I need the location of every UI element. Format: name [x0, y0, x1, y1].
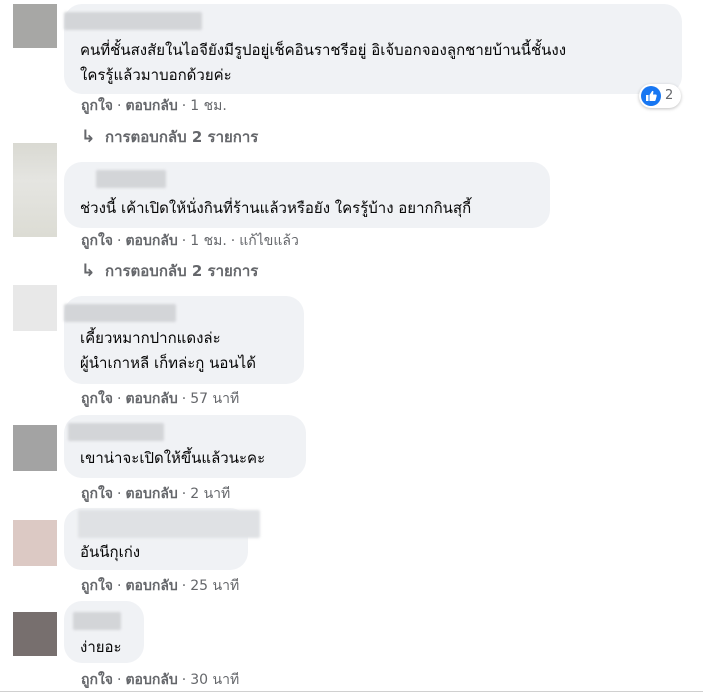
like-thumb-icon	[641, 86, 661, 106]
comment-actions: ถูกใจ · ตอบกลับ · 57 นาที	[81, 391, 240, 407]
commenter-name-redacted[interactable]	[73, 612, 121, 630]
commenter-name-redacted[interactable]	[68, 423, 164, 441]
commenter-name-redacted[interactable]	[64, 12, 202, 30]
comment-text-line: ง่ายอะ	[80, 638, 122, 656]
comment-bubble: คนที่ชั้นสงสัยในไอจียังมีรูปอยู่เช็คอินร…	[64, 4, 682, 94]
avatar[interactable]	[13, 612, 57, 656]
comment-text-line: ช่วงนี้ เค้าเปิดให้นั่งกินที่ร้านแล้วหรื…	[80, 199, 472, 217]
reaction-count-badge[interactable]: 2	[639, 84, 681, 108]
like-link[interactable]: ถูกใจ	[81, 578, 113, 594]
avatar[interactable]	[13, 143, 57, 237]
comment-bubble: ง่ายอะ	[64, 601, 144, 663]
comment-text-line: เคี้ยวหมากปากแดงล่ะ	[80, 329, 221, 347]
comment-actions: ถูกใจ · ตอบกลับ · 25 นาที	[81, 578, 240, 594]
commenter-name-redacted[interactable]	[96, 170, 166, 188]
like-link[interactable]: ถูกใจ	[81, 486, 113, 502]
view-replies-link[interactable]: ↳ การตอบกลับ 2 รายการ	[81, 261, 258, 281]
timestamp[interactable]: 1 ชม.	[190, 233, 227, 249]
reply-link[interactable]: ตอบกลับ	[125, 578, 177, 594]
avatar[interactable]	[13, 285, 57, 331]
comment-bubble: เคี้ยวหมากปากแดงล่ะ ผู้นำเกาหลี เก็ทล่ะก…	[64, 296, 304, 384]
avatar[interactable]	[13, 520, 57, 566]
timestamp[interactable]: 57 นาที	[190, 391, 239, 407]
timestamp[interactable]: 30 นาที	[190, 672, 239, 688]
timestamp[interactable]: 25 นาที	[190, 578, 239, 594]
like-link[interactable]: ถูกใจ	[81, 98, 113, 114]
comment-actions: ถูกใจ · ตอบกลับ · 2 นาที	[81, 486, 231, 502]
comment-text-line: ใครรู้แล้วมาบอกด้วยค่ะ	[80, 66, 232, 84]
comment-bubble: ช่วงนี้ เค้าเปิดให้นั่งกินที่ร้านแล้วหรื…	[64, 162, 550, 228]
timestamp[interactable]: 2 นาที	[190, 486, 230, 502]
comment-text-line: เขาน่าจะเปิดให้ขึ้นแล้วนะคะ	[80, 449, 266, 467]
like-link[interactable]: ถูกใจ	[81, 672, 113, 688]
reaction-count: 2	[665, 88, 674, 103]
comment-actions: ถูกใจ · ตอบกลับ · 30 นาที	[81, 672, 240, 688]
like-link[interactable]: ถูกใจ	[81, 233, 113, 249]
reply-arrow-icon: ↳	[81, 261, 96, 281]
like-link[interactable]: ถูกใจ	[81, 391, 113, 407]
comment-actions: ถูกใจ · ตอบกลับ · 1 ชม.	[81, 98, 227, 114]
comment-text-line: คนที่ชั้นสงสัยในไอจียังมีรูปอยู่เช็คอินร…	[80, 41, 567, 59]
comment-text-line: อันนีกุเก่ง	[80, 543, 141, 561]
reply-arrow-icon: ↳	[81, 127, 96, 147]
divider	[0, 691, 703, 692]
reply-link[interactable]: ตอบกลับ	[125, 98, 177, 114]
view-replies-link[interactable]: ↳ การตอบกลับ 2 รายการ	[81, 127, 258, 147]
avatar[interactable]	[13, 4, 57, 48]
replies-label: การตอบกลับ 2 รายการ	[105, 262, 259, 280]
reply-link[interactable]: ตอบกลับ	[125, 391, 177, 407]
reply-link[interactable]: ตอบกลับ	[125, 233, 177, 249]
avatar[interactable]	[13, 425, 57, 471]
comment-text-line: ผู้นำเกาหลี เก็ทล่ะกู นอนได้	[80, 354, 256, 372]
comment-actions: ถูกใจ · ตอบกลับ · 1 ชม. · แก้ไขแล้ว	[81, 233, 299, 249]
commenter-name-redacted[interactable]	[78, 510, 260, 538]
comment-bubble: อันนีกุเก่ง	[64, 508, 260, 570]
replies-label: การตอบกลับ 2 รายการ	[105, 128, 259, 146]
reply-link[interactable]: ตอบกลับ	[125, 672, 177, 688]
reply-link[interactable]: ตอบกลับ	[125, 486, 177, 502]
edited-label: แก้ไขแล้ว	[239, 233, 299, 249]
commenter-name-redacted[interactable]	[64, 304, 176, 322]
comment-bubble: เขาน่าจะเปิดให้ขึ้นแล้วนะคะ	[64, 415, 306, 478]
timestamp[interactable]: 1 ชม.	[190, 98, 227, 114]
